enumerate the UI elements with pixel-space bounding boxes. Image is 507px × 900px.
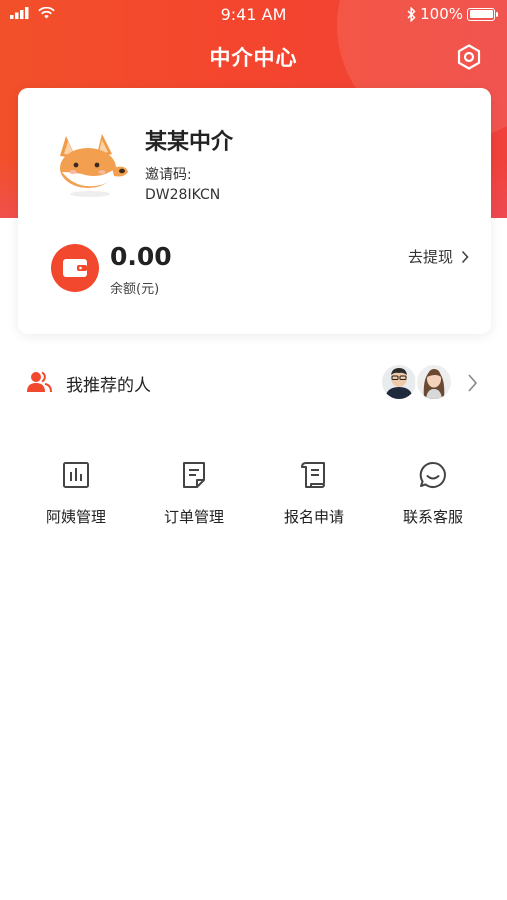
dog-avatar-icon — [60, 134, 128, 197]
menu-item-label: 阿姨管理 — [45, 508, 106, 526]
chat-bubble-icon — [419, 461, 446, 488]
invite-code-value: DW28IKCN — [145, 187, 221, 203]
invite-code-label: 邀请码: — [145, 167, 192, 183]
receipt-icon — [301, 462, 325, 488]
avatar — [415, 363, 453, 401]
menu-item-label: 联系客服 — [402, 508, 463, 526]
bluetooth-icon — [407, 6, 416, 22]
chevron-right-icon — [468, 374, 478, 392]
page-title: 中介中心 — [209, 46, 298, 70]
menu-item-order-management[interactable]: 订单管理 — [144, 458, 244, 527]
avatar — [380, 363, 418, 401]
status-bar: 9:41 AM 100% — [0, 0, 507, 30]
profile-card: 某某中介 邀请码: DW28IKCN 0.00 余额(元) 去提现 — [18, 88, 491, 334]
my-referrals-label: 我推荐的人 — [66, 376, 151, 396]
battery-percent: 100% — [420, 5, 463, 23]
balance-label: 余额(元) — [110, 282, 160, 297]
menu-item-label: 报名申请 — [283, 508, 344, 526]
chevron-right-icon — [461, 250, 469, 263]
wallet-icon — [51, 244, 99, 292]
function-menu: 阿姨管理 订单管理 报名申请 联系客服 — [0, 458, 507, 538]
withdraw-button[interactable]: 去提现 — [408, 246, 469, 267]
my-referrals-row[interactable]: 我推荐的人 — [0, 358, 507, 410]
agent-name: 某某中介 — [145, 130, 234, 155]
settings-hexagon-icon[interactable] — [455, 43, 483, 71]
battery-icon — [467, 7, 498, 21]
menu-item-label: 订单管理 — [163, 508, 224, 526]
withdraw-label: 去提现 — [407, 248, 453, 266]
balance-amount: 0.00 — [110, 242, 172, 271]
menu-item-contact-support[interactable]: 联系客服 — [383, 458, 483, 527]
document-icon — [183, 462, 205, 488]
menu-item-aunt-management[interactable]: 阿姨管理 — [26, 458, 126, 527]
menu-item-registration[interactable]: 报名申请 — [264, 458, 364, 527]
bar-chart-icon — [63, 462, 89, 488]
users-icon — [27, 371, 52, 393]
